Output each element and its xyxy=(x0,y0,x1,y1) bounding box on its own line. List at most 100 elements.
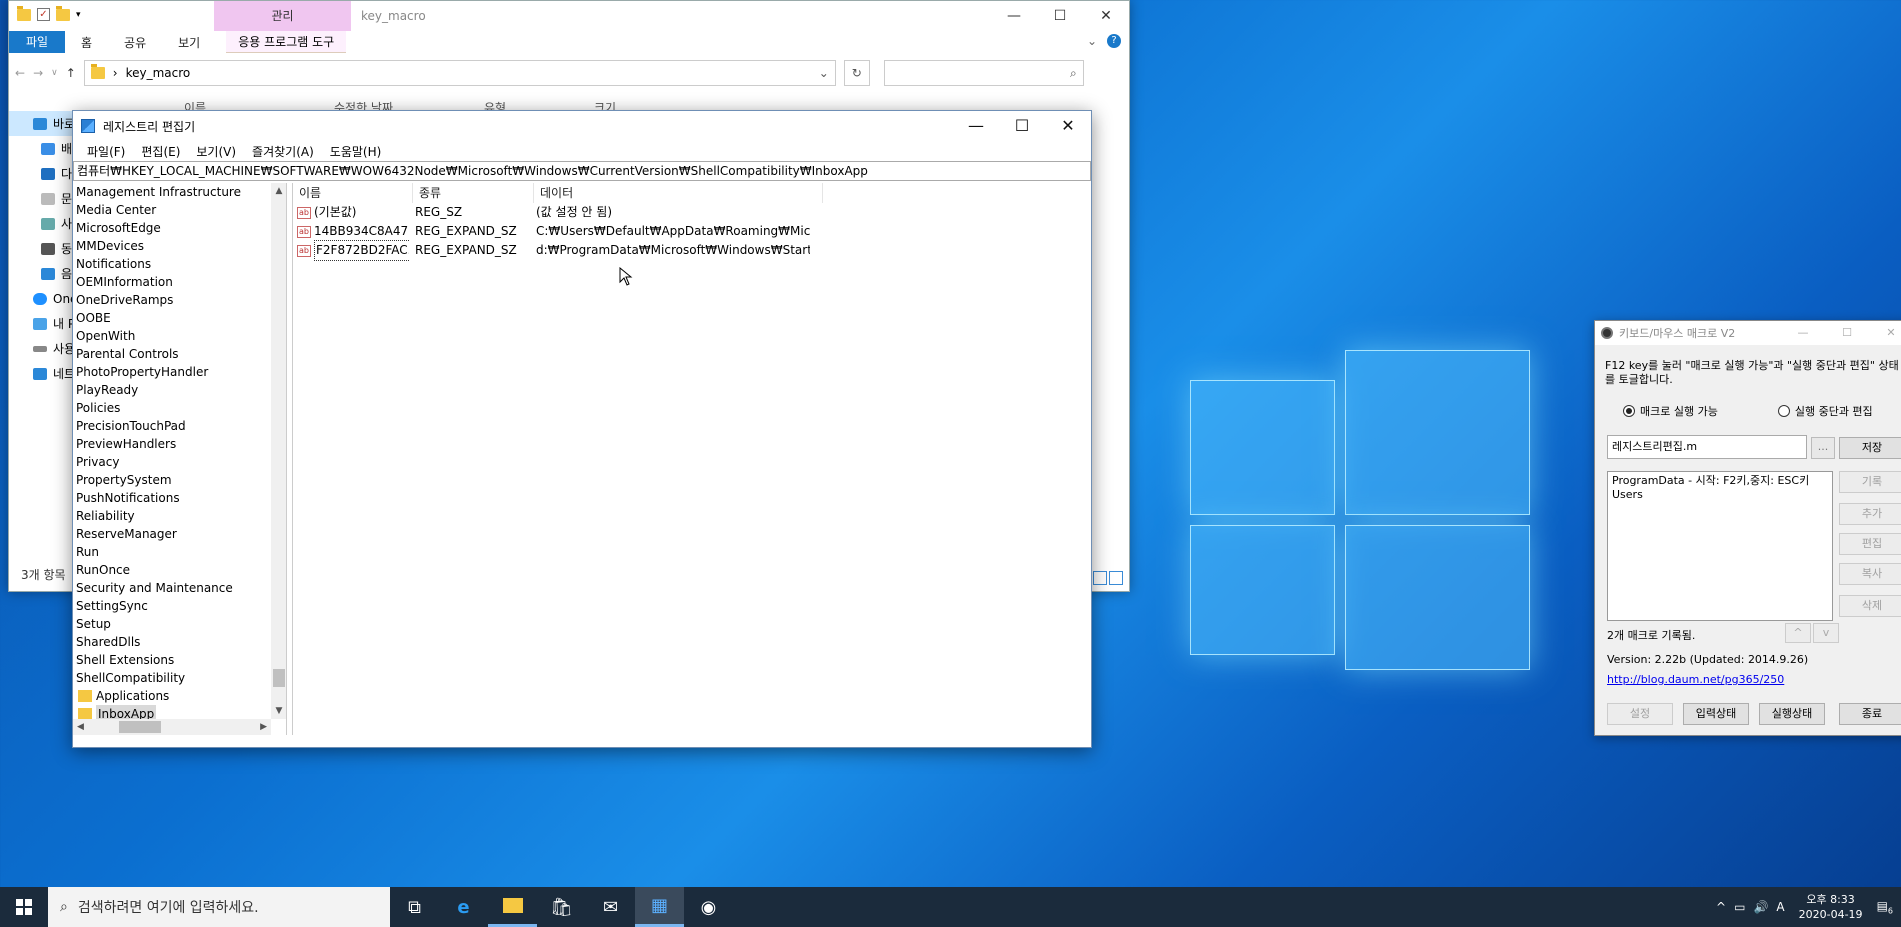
tree-item[interactable]: PhotoPropertyHandler xyxy=(76,363,272,381)
tree-item[interactable]: Run xyxy=(76,543,272,561)
new-folder-icon[interactable] xyxy=(56,5,70,21)
up-icon[interactable]: ↑ xyxy=(66,66,76,80)
nav-item-videos[interactable]: 동 xyxy=(9,236,79,261)
tree-item[interactable]: ShellCompatibility xyxy=(76,669,272,687)
tab-file[interactable]: 파일 xyxy=(9,31,65,53)
move-up-button[interactable]: ^ xyxy=(1785,623,1811,643)
tree-item[interactable]: PreviewHandlers xyxy=(76,435,272,453)
tree-horizontal-scrollbar[interactable]: ◀ ▶ xyxy=(73,719,271,735)
tab-home[interactable]: 홈 xyxy=(65,34,108,51)
scroll-right-icon[interactable]: ▶ xyxy=(260,722,267,732)
minimize-button[interactable]: — xyxy=(991,1,1037,31)
scroll-up-icon[interactable]: ▲ xyxy=(271,183,286,199)
show-hidden-icons-icon[interactable]: ^ xyxy=(1716,900,1726,914)
tree-item[interactable]: OEMInformation xyxy=(76,273,272,291)
settings-button[interactable]: 설정 xyxy=(1607,703,1673,725)
scroll-thumb[interactable] xyxy=(273,669,285,687)
macro-list[interactable]: ProgramData - 시작: F2키,중지: ESC키 Users xyxy=(1607,471,1833,621)
macro-taskbar-icon[interactable]: ◉ xyxy=(684,887,733,927)
table-row[interactable]: ab (기본값) REG_SZ (값 설정 안 됨) xyxy=(293,203,1091,222)
nav-item-onedrive[interactable]: One xyxy=(9,286,79,311)
tree-item[interactable]: Security and Maintenance xyxy=(76,579,272,597)
tree-item[interactable]: Shell Extensions xyxy=(76,651,272,669)
maximize-button[interactable]: ☐ xyxy=(999,111,1045,141)
recent-icon[interactable]: ∨ xyxy=(51,68,58,78)
nav-item-user[interactable]: 사용 xyxy=(9,336,79,361)
tree-item[interactable]: PropertySystem xyxy=(76,471,272,489)
address-bar[interactable]: › key_macro ⌄ xyxy=(83,60,836,86)
tree-item[interactable]: Privacy xyxy=(76,453,272,471)
tree-item[interactable]: MicrosoftEdge xyxy=(76,219,272,237)
task-view-icon[interactable]: ⧉ xyxy=(390,887,439,927)
address-bar[interactable]: 컴퓨터₩HKEY_LOCAL_MACHINE₩SOFTWARE₩WOW6432N… xyxy=(73,161,1091,181)
blog-link[interactable]: http://blog.daum.net/pg365/250 xyxy=(1607,673,1784,686)
tree-item-applications[interactable]: Applications xyxy=(76,687,272,705)
value-name-rename-field[interactable]: F2F872BD2FAC... xyxy=(314,240,409,261)
taskbar-search-box[interactable]: ⌕ 검색하려면 여기에 입력하세요. xyxy=(48,887,390,927)
help-icon[interactable]: ? xyxy=(1107,34,1121,48)
tree-item[interactable]: Reliability xyxy=(76,507,272,525)
tree-item[interactable]: PrecisionTouchPad xyxy=(76,417,272,435)
ime-indicator[interactable]: A xyxy=(1776,900,1784,914)
macro-file-field[interactable]: 레지스트리편집.m xyxy=(1607,435,1807,459)
add-button[interactable]: 추가 xyxy=(1839,503,1901,525)
tree-item[interactable]: SharedDlls xyxy=(76,633,272,651)
forward-icon[interactable]: → xyxy=(33,66,43,80)
scroll-left-icon[interactable]: ◀ xyxy=(77,722,84,732)
tree-item[interactable]: PlayReady xyxy=(76,381,272,399)
record-button[interactable]: 기록 xyxy=(1839,471,1901,493)
maximize-button[interactable]: ☐ xyxy=(1037,1,1083,31)
macro-list-item[interactable]: Users xyxy=(1612,488,1828,502)
clock[interactable]: 오후 8:33 2020-04-19 xyxy=(1793,892,1869,922)
nav-item-desktop[interactable]: 배 xyxy=(9,136,79,161)
store-icon[interactable]: 🛍 xyxy=(537,887,586,927)
details-view-icon[interactable] xyxy=(1093,571,1107,585)
menu-file[interactable]: 파일(F) xyxy=(79,143,133,160)
nav-item-this-pc[interactable]: 내 P xyxy=(9,311,79,336)
back-icon[interactable]: ← xyxy=(15,66,25,80)
customize-qat-icon[interactable]: ▾ xyxy=(76,10,81,20)
minimize-button[interactable]: — xyxy=(953,111,999,141)
tree-item[interactable]: ReserveManager xyxy=(76,525,272,543)
large-icons-view-icon[interactable] xyxy=(1109,571,1123,585)
macro-list-item[interactable]: ProgramData - 시작: F2키,중지: ESC키 xyxy=(1612,474,1828,488)
tree-item[interactable]: Parental Controls xyxy=(76,345,272,363)
exit-button[interactable]: 종료 xyxy=(1839,703,1901,725)
radio-edit-mode[interactable]: 실행 중단과 편집 xyxy=(1777,403,1873,419)
nav-item-downloads[interactable]: 다 xyxy=(9,161,79,186)
browse-button[interactable]: ... xyxy=(1811,437,1835,459)
nav-item-network[interactable]: 네트 xyxy=(9,361,79,386)
tree-item[interactable]: Media Center xyxy=(76,201,272,219)
tree-item[interactable]: Setup xyxy=(76,615,272,633)
volume-icon[interactable]: 🔊 xyxy=(1753,900,1768,914)
run-state-button[interactable]: 실행상태 xyxy=(1759,703,1825,725)
table-row[interactable]: ab F2F872BD2FAC... REG_EXPAND_SZ d:₩Progr… xyxy=(293,240,1091,261)
edit-button[interactable]: 편집 xyxy=(1839,533,1901,555)
mail-icon[interactable]: ✉ xyxy=(586,887,635,927)
tab-app-tools[interactable]: 응용 프로그램 도구 xyxy=(226,31,347,53)
radio-selected-icon[interactable] xyxy=(1623,405,1635,417)
table-row[interactable]: ab14BB934C8A47... REG_EXPAND_SZ C:₩Users… xyxy=(293,222,1091,241)
properties-icon[interactable]: ✓ xyxy=(37,8,50,21)
start-button[interactable] xyxy=(0,887,48,927)
tab-manage[interactable]: 관리 xyxy=(214,1,351,31)
menu-view[interactable]: 보기(V) xyxy=(188,143,244,160)
file-explorer-icon[interactable] xyxy=(488,887,537,927)
tree-item[interactable]: OOBE xyxy=(76,309,272,327)
radio-run-mode[interactable]: 매크로 실행 가능 xyxy=(1623,403,1718,419)
tree-item[interactable]: RunOnce xyxy=(76,561,272,579)
minimize-button[interactable]: — xyxy=(1781,321,1825,345)
chevron-down-icon[interactable]: ⌄ xyxy=(819,66,829,80)
tree-item[interactable]: Policies xyxy=(76,399,272,417)
nav-item-pictures[interactable]: 사 xyxy=(9,211,79,236)
nav-item-music[interactable]: 음 xyxy=(9,261,79,286)
tree-item[interactable]: SettingSync xyxy=(76,597,272,615)
tab-share[interactable]: 공유 xyxy=(108,34,162,51)
close-button[interactable]: ✕ xyxy=(1869,321,1901,345)
expand-ribbon-icon[interactable]: ⌄ xyxy=(1087,34,1097,48)
menu-help[interactable]: 도움말(H) xyxy=(322,143,390,160)
save-button[interactable]: 저장 xyxy=(1839,437,1901,459)
nav-item-documents[interactable]: 문 xyxy=(9,186,79,211)
menu-favorites[interactable]: 즐겨찾기(A) xyxy=(244,143,322,160)
column-name[interactable]: 이름 xyxy=(293,183,413,203)
